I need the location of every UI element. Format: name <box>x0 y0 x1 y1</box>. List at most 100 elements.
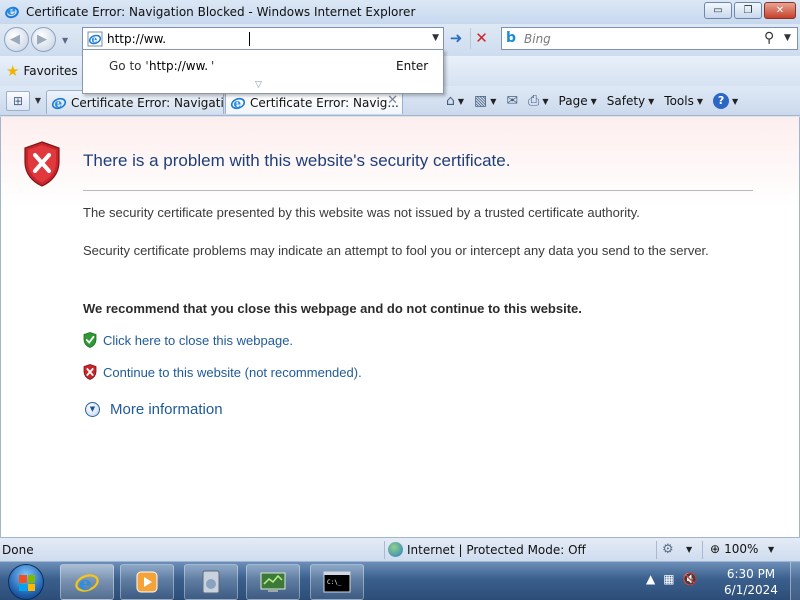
system-clock[interactable]: 6:30 PM 6/1/2024 <box>716 566 786 598</box>
windows-logo-icon <box>19 575 35 591</box>
enter-hint: Enter <box>396 59 429 73</box>
printer-icon: ⎙ <box>528 93 540 109</box>
security-zone[interactable]: Internet | Protected Mode: Off <box>388 542 586 557</box>
taskbar-command-prompt[interactable]: C:\_ <box>310 564 364 600</box>
favorites-button[interactable]: ★ Favorites <box>6 62 78 80</box>
divider <box>384 541 385 559</box>
show-desktop-button[interactable] <box>790 562 800 600</box>
taskbar-internet-explorer[interactable]: e <box>60 564 114 600</box>
feeds-button[interactable]: ▧ ▼ <box>474 93 496 109</box>
home-button[interactable]: ⌂ ▼ <box>446 93 464 109</box>
continue-row: Continue to this website (not recommende… <box>83 364 362 380</box>
volume-muted-icon[interactable]: 🔇 <box>683 572 698 586</box>
green-check-shield-icon <box>83 332 97 348</box>
magnifier-icon: ⊕ <box>710 542 721 556</box>
home-icon: ⌂ <box>446 93 455 109</box>
suggested-url[interactable]: http://ww. <box>149 59 208 73</box>
internet-explorer-icon: e <box>230 96 246 110</box>
address-dropdown-arrow[interactable]: ▼ <box>432 33 439 43</box>
close-window-button[interactable]: ✕ <box>764 2 796 19</box>
divider <box>83 190 753 191</box>
search-options-dropdown[interactable]: ▼ <box>784 33 791 43</box>
divider <box>702 541 703 559</box>
search-box[interactable]: b ⚲ ▼ <box>501 27 798 50</box>
gear-icon[interactable]: ⚙ <box>662 542 674 557</box>
error-shield-icon <box>24 141 60 187</box>
go-to-prefix: Go to ' <box>109 59 149 73</box>
page-icon: e <box>87 31 103 47</box>
svg-text:e: e <box>92 36 98 46</box>
close-webpage-link[interactable]: Click here to close this webpage. <box>103 333 293 348</box>
minimize-button[interactable]: ▭ <box>704 2 732 19</box>
internet-explorer-icon: e <box>51 96 67 110</box>
help-menu[interactable]: ? ▼ <box>713 93 738 109</box>
forward-arrow-icon: ▶ <box>37 32 47 47</box>
zone-label: Internet | Protected Mode: Off <box>407 542 586 557</box>
network-monitor-icon <box>260 572 286 592</box>
tab-title: Certificate Error: Navig... <box>250 95 399 110</box>
grid-icon: ⊞ <box>12 94 24 108</box>
chevron-down-icon[interactable]: ▼ <box>686 545 692 554</box>
system-tray: ▲ ▦ 🔇 <box>646 572 698 586</box>
forward-button[interactable]: ▶ <box>31 27 56 52</box>
print-button[interactable]: ⎙ ▼ <box>528 93 548 109</box>
internet-explorer-icon: e <box>3 3 21 21</box>
tab-title: Certificate Error: Navigatio... <box>71 95 224 110</box>
stop-button[interactable]: ✕ <box>470 28 492 49</box>
help-icon: ? <box>713 93 730 109</box>
quick-tabs-button[interactable]: ⊞ <box>6 91 30 111</box>
search-input[interactable] <box>524 31 744 47</box>
chevron-down-icon[interactable]: ▼ <box>768 545 774 554</box>
back-arrow-icon: ◀ <box>10 32 20 47</box>
maximize-button[interactable]: ❐ <box>734 2 762 19</box>
star-icon: ★ <box>6 62 20 80</box>
clock-date: 6/1/2024 <box>724 583 778 597</box>
globe-icon <box>388 542 403 557</box>
favorites-label: Favorites <box>23 64 78 78</box>
back-button[interactable]: ◀ <box>4 27 29 52</box>
expand-grip-icon[interactable]: ▽ <box>255 80 262 90</box>
svg-text:C:\_: C:\_ <box>327 579 342 586</box>
address-input[interactable] <box>107 30 407 47</box>
more-information-link[interactable]: More information <box>110 401 223 418</box>
recent-pages-dropdown[interactable]: ▼ <box>62 36 68 45</box>
show-hidden-icons-button[interactable]: ▲ <box>646 572 655 586</box>
page-menu[interactable]: Page ▼ <box>559 94 597 108</box>
go-button[interactable]: ➜ <box>446 28 466 49</box>
network-icon[interactable]: ▦ <box>663 572 674 586</box>
address-bar[interactable]: e ▼ <box>82 27 444 50</box>
security-warning-text: Security certificate problems may indica… <box>83 243 709 258</box>
window-title-bar[interactable]: e Certificate Error: Navigation Blocked … <box>0 0 800 24</box>
command-bar: ⌂ ▼ ▧ ▼ ✉ ⎙ ▼ Page ▼ Safety ▼ Tools ▼ ? ▼ <box>446 90 748 112</box>
go-to-suffix: ' <box>211 59 215 73</box>
close-tab-icon[interactable]: ✕ <box>387 93 398 108</box>
close-webpage-row: Click here to close this webpage. <box>83 332 293 348</box>
zoom-level[interactable]: ⊕ 100% <box>710 542 758 556</box>
certificate-explanation: The security certificate presented by th… <box>83 205 640 220</box>
command-prompt-icon: C:\_ <box>323 571 351 593</box>
recommendation-text: We recommend that you close this webpage… <box>83 301 582 316</box>
internet-explorer-icon: e <box>75 571 99 595</box>
taskbar-media-player[interactable] <box>120 564 174 600</box>
tools-menu[interactable]: Tools ▼ <box>664 94 703 108</box>
more-information-toggle[interactable]: ▼ More information <box>85 401 223 418</box>
address-autocomplete-dropdown[interactable]: Go to ' http://ww. ' Enter ▽ <box>82 49 444 94</box>
window-title: Certificate Error: Navigation Blocked - … <box>26 5 416 19</box>
red-x-shield-icon <box>83 364 97 380</box>
disk-drive-icon <box>202 570 220 594</box>
safety-menu[interactable]: Safety ▼ <box>607 94 655 108</box>
taskbar-network-app[interactable] <box>246 564 300 600</box>
clock-time: 6:30 PM <box>726 567 776 581</box>
read-mail-button[interactable]: ✉ <box>506 93 518 109</box>
rss-feed-icon: ▧ <box>474 93 488 109</box>
start-button[interactable] <box>8 564 44 600</box>
continue-to-website-link[interactable]: Continue to this website (not recommende… <box>103 365 362 380</box>
page-content: There is a problem with this website's s… <box>0 117 800 537</box>
taskbar-disk-app[interactable] <box>184 564 238 600</box>
tab-list-dropdown[interactable]: ▼ <box>32 91 44 111</box>
divider <box>656 541 657 559</box>
bing-icon: b <box>506 30 517 46</box>
text-caret <box>249 32 250 46</box>
search-icon[interactable]: ⚲ <box>764 30 774 46</box>
media-player-icon <box>136 571 158 593</box>
